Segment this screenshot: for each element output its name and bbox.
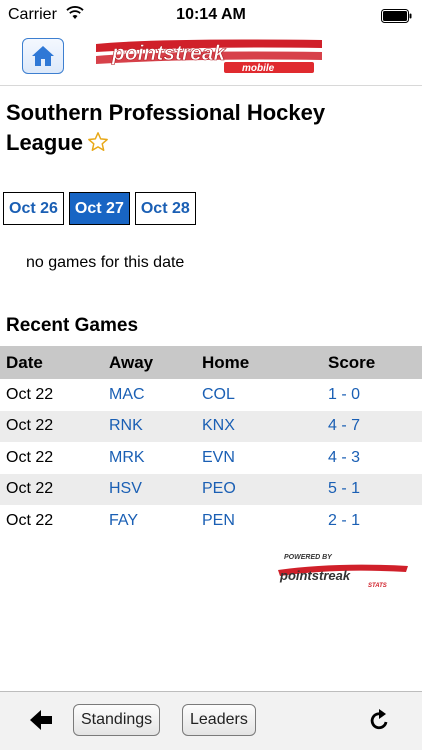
logo-subtext: mobile	[242, 63, 275, 74]
recent-games-table: Date Away Home Score Oct 22 MAC COL 1 - …	[0, 346, 422, 537]
column-header-date: Date	[6, 352, 43, 372]
powered-by-pointstreak-logo: POWERED BY pointstreak STATS	[278, 554, 408, 589]
no-games-message: no games for this date	[26, 254, 185, 271]
score-link[interactable]: 1 - 0	[328, 386, 422, 404]
away-team-link[interactable]: HSV	[109, 480, 202, 498]
score-link[interactable]: 4 - 3	[328, 449, 422, 467]
home-button[interactable]	[22, 38, 64, 74]
column-header-away: Away	[109, 352, 154, 372]
column-header-home: Home	[202, 352, 250, 372]
standings-button[interactable]: Standings	[73, 704, 161, 736]
away-team-link[interactable]: FAY	[109, 512, 202, 530]
home-team-link[interactable]: KNX	[202, 417, 328, 435]
app-header: pointstreak mobile	[0, 30, 422, 86]
score-link[interactable]: 4 - 7	[328, 417, 422, 435]
table-row: Oct 22 HSV PEO 5 - 1	[0, 473, 422, 505]
column-header-score: Score	[328, 352, 376, 372]
table-header: Date Away Home Score	[0, 346, 422, 379]
date-tab-oct-26[interactable]: Oct 26	[3, 192, 64, 225]
score-link[interactable]: 5 - 1	[328, 480, 422, 498]
leaders-button[interactable]: Leaders	[182, 704, 256, 736]
league-name: Southern Professional Hockey League	[6, 100, 326, 155]
logo-text: pointstreak	[111, 42, 227, 65]
game-date: Oct 22	[6, 480, 54, 498]
table-row: Oct 22 MRK EVN 4 - 3	[0, 442, 422, 474]
score-link[interactable]: 2 - 1	[328, 512, 422, 530]
status-bar: Carrier 10:14 AM	[0, 0, 422, 30]
powered-by-stats: STATS	[368, 583, 387, 589]
powered-by-text: POWERED BY	[284, 554, 333, 561]
date-tab-oct-27[interactable]: Oct 27	[68, 192, 130, 225]
away-team-link[interactable]: MRK	[109, 449, 202, 467]
home-team-link[interactable]: COL	[202, 386, 328, 404]
table-row: Oct 22 MAC COL 1 - 0	[0, 379, 422, 411]
clock: 10:14 AM	[176, 6, 246, 23]
game-date: Oct 22	[6, 448, 54, 466]
refresh-icon[interactable]	[369, 708, 391, 732]
table-row: Oct 22 FAY PEN 2 - 1	[0, 505, 422, 537]
home-team-link[interactable]: PEO	[202, 480, 328, 498]
bottom-toolbar: Standings Leaders	[0, 691, 422, 750]
home-team-link[interactable]: EVN	[202, 449, 328, 467]
game-date: Oct 22	[6, 385, 54, 403]
date-tab-oct-28[interactable]: Oct 28	[134, 192, 196, 225]
away-team-link[interactable]: RNK	[109, 417, 202, 435]
arrow-left-icon[interactable]	[28, 708, 54, 732]
table-row: Oct 22 RNK KNX 4 - 7	[0, 410, 422, 442]
home-team-link[interactable]: PEN	[202, 512, 328, 530]
battery-icon	[381, 9, 412, 23]
game-date: Oct 22	[6, 417, 54, 435]
star-outline-icon[interactable]	[87, 131, 109, 153]
powered-by-brand: pointstreak	[279, 568, 351, 583]
page-title: Southern Professional Hockey League	[6, 98, 406, 158]
section-title-recent-games: Recent Games	[6, 315, 139, 336]
date-selector: Oct 26 Oct 27 Oct 28	[3, 192, 196, 225]
pointstreak-mobile-logo: pointstreak mobile	[96, 39, 322, 74]
house-icon	[32, 46, 54, 66]
away-team-link[interactable]: MAC	[109, 386, 202, 404]
game-date: Oct 22	[6, 511, 54, 529]
